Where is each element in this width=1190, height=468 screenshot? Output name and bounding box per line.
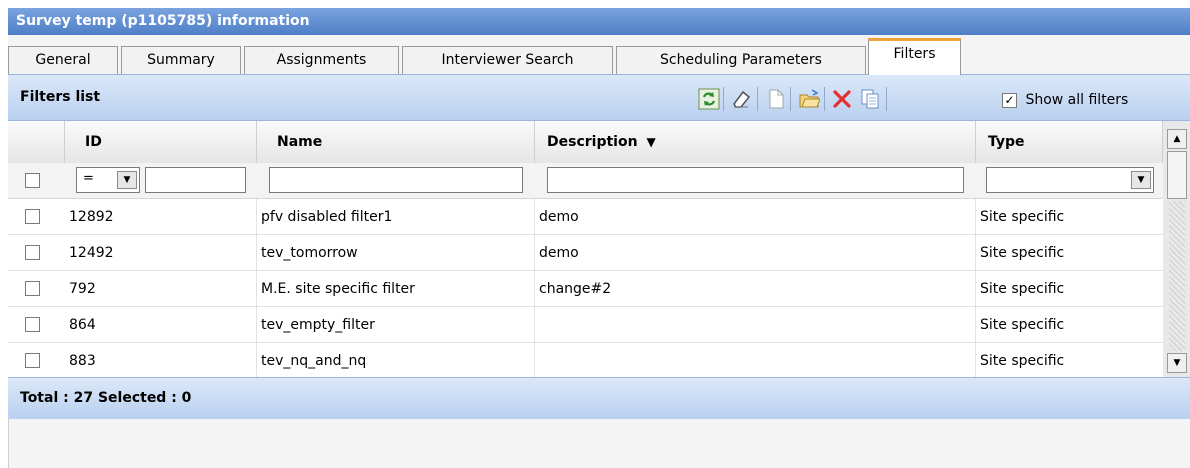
status-bar: Total : 27 Selected : 0 <box>8 377 1190 419</box>
row-checkbox[interactable] <box>25 353 40 368</box>
cell-type: Site specific <box>980 317 1065 333</box>
id-filter-input[interactable] <box>145 167 246 193</box>
name-filter-input[interactable] <box>269 167 523 193</box>
sort-descending-icon: ▼ <box>646 135 656 149</box>
open-folder-icon[interactable] <box>798 88 821 110</box>
cell-id: 12492 <box>65 235 257 271</box>
row-checkbox[interactable] <box>25 209 40 224</box>
scrollbar-thumb[interactable] <box>1167 151 1187 199</box>
table-row[interactable]: 864 tev_empty_filter Site specific <box>8 307 1163 343</box>
chevron-down-icon: ▼ <box>1131 171 1151 189</box>
row-checkbox[interactable] <box>25 317 40 332</box>
cell-type: Site specific <box>980 353 1065 369</box>
tab-summary[interactable]: Summary <box>121 46 241 74</box>
select-column-header <box>8 121 65 163</box>
row-checkbox[interactable] <box>25 245 40 260</box>
cell-type: Site specific <box>980 281 1065 297</box>
chevron-down-icon: ▼ <box>117 171 137 189</box>
cell-description <box>535 343 976 377</box>
cell-description: change#2 <box>535 271 976 307</box>
cell-name: pfv disabled filter1 <box>257 199 535 235</box>
cell-id: 792 <box>65 271 257 307</box>
cell-name: tev_tomorrow <box>257 235 535 271</box>
tab-interviewer-search[interactable]: Interviewer Search <box>402 46 613 74</box>
copy-icon[interactable] <box>859 88 881 110</box>
cell-description <box>535 307 976 343</box>
eraser-icon[interactable] <box>730 88 752 110</box>
filters-table: ID Name Description ▼ Type = ▼ ▼ 12892 p… <box>8 121 1163 377</box>
tab-assignments[interactable]: Assignments <box>244 46 399 74</box>
tab-filters[interactable]: Filters <box>868 38 961 75</box>
scroll-up-arrow-icon[interactable]: ▲ <box>1167 129 1187 149</box>
show-all-filters-toggle[interactable]: Show all filters <box>1002 92 1128 108</box>
description-filter-input[interactable] <box>547 167 964 193</box>
cell-id: 12892 <box>65 199 257 235</box>
tab-scheduling-parameters[interactable]: Scheduling Parameters <box>616 46 866 74</box>
refresh-icon[interactable] <box>698 88 720 110</box>
type-filter-select[interactable]: ▼ <box>986 167 1154 193</box>
row-checkbox[interactable] <box>25 281 40 296</box>
scrollbar-track <box>1169 201 1185 351</box>
new-document-icon[interactable] <box>765 88 787 110</box>
column-header-description[interactable]: Description ▼ <box>535 121 976 163</box>
filters-list-title: Filters list <box>20 89 101 105</box>
id-operator-select[interactable]: = ▼ <box>76 167 140 193</box>
table-row[interactable]: 12892 pfv disabled filter1 demo Site spe… <box>8 199 1163 235</box>
cell-description: demo <box>535 199 976 235</box>
tab-bar: General Summary Assignments Interviewer … <box>8 35 1190 75</box>
table-row[interactable]: 792 M.E. site specific filter change#2 S… <box>8 271 1163 307</box>
filters-toolbar: Filters list Show all filters <box>8 75 1190 121</box>
column-header-name[interactable]: Name <box>257 121 535 163</box>
window-title: Survey temp (p1105785) information <box>8 8 1190 35</box>
tab-general[interactable]: General <box>8 46 118 74</box>
cell-description: demo <box>535 235 976 271</box>
select-all-checkbox[interactable] <box>25 173 40 188</box>
selection-summary: Total : 27 Selected : 0 <box>20 390 192 406</box>
show-all-filters-label: Show all filters <box>1025 92 1129 108</box>
column-header-id[interactable]: ID <box>65 121 257 163</box>
detail-panel <box>8 419 1190 468</box>
table-row[interactable]: 883 tev_nq_and_nq Site specific <box>8 343 1163 377</box>
cell-name: M.E. site specific filter <box>257 271 535 307</box>
table-row[interactable]: 12492 tev_tomorrow demo Site specific <box>8 235 1163 271</box>
cell-name: tev_nq_and_nq <box>257 343 535 377</box>
cell-type: Site specific <box>980 209 1065 225</box>
delete-icon[interactable] <box>831 88 853 110</box>
cell-name: tev_empty_filter <box>257 307 535 343</box>
column-header-type[interactable]: Type <box>976 121 1163 163</box>
cell-id: 864 <box>65 307 257 343</box>
show-all-filters-checkbox[interactable] <box>1002 92 1017 108</box>
vertical-scrollbar[interactable]: ▲ ▼ <box>1163 121 1190 377</box>
filter-row: = ▼ ▼ <box>8 163 1163 199</box>
scroll-down-arrow-icon[interactable]: ▼ <box>1167 353 1187 373</box>
cell-id: 883 <box>65 343 257 377</box>
cell-type: Site specific <box>980 245 1065 261</box>
